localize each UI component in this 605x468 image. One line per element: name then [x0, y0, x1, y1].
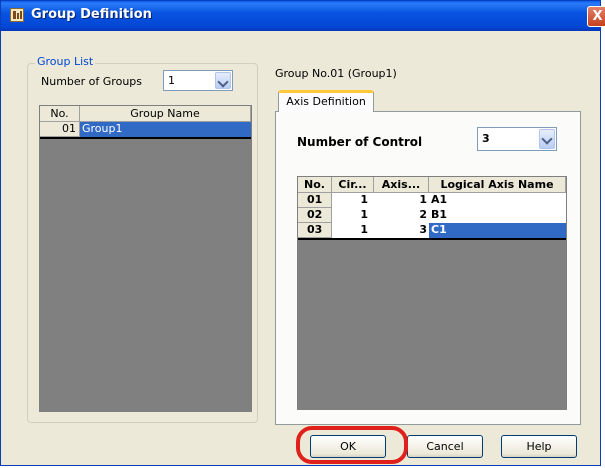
- number-of-groups-value: 1: [168, 74, 175, 87]
- chevron-down-icon[interactable]: [539, 129, 555, 149]
- axis-row-axis[interactable]: 3: [374, 223, 429, 238]
- column-header-logical-axis-name[interactable]: Logical Axis Name: [429, 177, 566, 193]
- close-icon[interactable]: X: [587, 6, 605, 27]
- axis-row-name[interactable]: A1: [429, 193, 566, 208]
- column-header-axis[interactable]: Axis...: [374, 177, 429, 193]
- axis-row-cir[interactable]: 1: [332, 223, 374, 238]
- app-icon: [10, 8, 24, 22]
- column-header-no[interactable]: No.: [298, 177, 332, 193]
- ok-highlight-ring: [296, 426, 408, 464]
- window-title: Group Definition: [31, 7, 152, 22]
- column-header-no[interactable]: No.: [40, 106, 80, 122]
- axis-row-name[interactable]: B1: [429, 208, 566, 223]
- help-button[interactable]: Help: [501, 435, 577, 458]
- axis-table[interactable]: No. Cir... Axis... Logical Axis Name 01 …: [297, 176, 567, 410]
- chevron-down-icon[interactable]: [215, 72, 231, 89]
- table-row-number[interactable]: 01: [40, 122, 80, 137]
- column-header-cir[interactable]: Cir...: [332, 177, 374, 193]
- axis-row-number[interactable]: 03: [298, 223, 332, 238]
- tab-axis-definition[interactable]: Axis Definition: [278, 90, 374, 112]
- axis-row-axis[interactable]: 1: [374, 193, 429, 208]
- axis-row-cir[interactable]: 1: [332, 208, 374, 223]
- cancel-button[interactable]: Cancel: [407, 435, 483, 458]
- number-of-control-label: Number of Control: [297, 135, 423, 149]
- row-divider: [298, 238, 566, 240]
- axis-row-number[interactable]: 02: [298, 208, 332, 223]
- number-of-groups-label: Number of Groups: [41, 75, 143, 88]
- axis-row-number[interactable]: 01: [298, 193, 332, 208]
- number-of-groups-select[interactable]: 1: [163, 70, 233, 91]
- number-of-control-select[interactable]: 3: [477, 127, 557, 151]
- axis-row-name-selected[interactable]: C1: [429, 223, 566, 238]
- number-of-control-value: 3: [482, 132, 490, 145]
- row-divider: [40, 137, 251, 139]
- axis-row-cir[interactable]: 1: [332, 193, 374, 208]
- title-bar[interactable]: Group Definition X: [1, 1, 605, 31]
- group-table[interactable]: No. Group Name 01 Group1: [39, 105, 252, 412]
- table-row-group-name[interactable]: Group1: [80, 122, 251, 137]
- group-definition-dialog: Group Definition X Group List Number of …: [0, 0, 605, 466]
- group-list-legend: Group List: [35, 55, 96, 68]
- column-header-group-name[interactable]: Group Name: [80, 106, 251, 122]
- axis-row-axis[interactable]: 2: [374, 208, 429, 223]
- group-number-title: Group No.01 (Group1): [275, 67, 397, 80]
